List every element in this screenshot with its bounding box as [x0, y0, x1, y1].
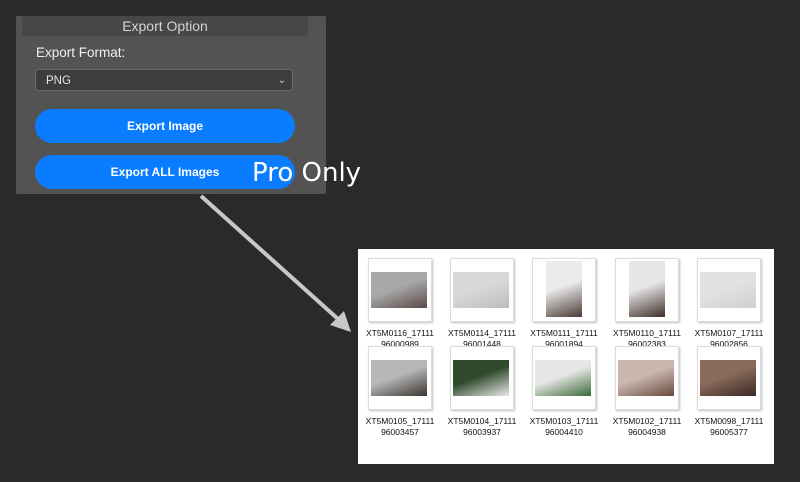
file-name-line1: XT5M0104_17111: [447, 416, 517, 426]
file-name-line1: XT5M0111_17111: [530, 328, 598, 338]
photo-thumbnail: [629, 261, 665, 317]
file-name: XT5M0104_17111 96003937: [442, 416, 522, 438]
file-name: XT5M0103_17111 96004410: [524, 416, 604, 438]
photo-thumbnail: [546, 261, 582, 317]
file-name-line1: XT5M0105_17111: [365, 416, 435, 426]
file-name-line2: 96004938: [628, 427, 666, 437]
file-name: XT5M0098_17111 96005377: [689, 416, 769, 438]
file-thumbnail-frame: [697, 346, 761, 410]
file-thumbnail-frame: [697, 258, 761, 322]
file-name-line1: XT5M0110_17111: [612, 328, 682, 338]
file-name: XT5M0105_17111 96003457: [360, 416, 440, 438]
file-thumbnail-frame: [450, 346, 514, 410]
file-name-line2: 96003937: [463, 427, 501, 437]
photo-thumbnail: [453, 272, 509, 308]
file-name-line1: XT5M0098_17111: [694, 416, 764, 426]
file-name: XT5M0102_17111 96004938: [607, 416, 687, 438]
file-name-line1: XT5M0107_17111: [694, 328, 764, 338]
file-name-line1: XT5M0114_17111: [447, 328, 517, 338]
file-name-line1: XT5M0102_17111: [612, 416, 682, 426]
file-thumbnail-frame: [615, 346, 679, 410]
file-thumbnail-frame: [450, 258, 514, 322]
file-thumbnail-frame: [615, 258, 679, 322]
file-name-line2: 96003457: [381, 427, 419, 437]
file-name-line1: XT5M0116_17111: [365, 328, 435, 338]
file-thumbnail-frame: [532, 258, 596, 322]
file-name-line1: XT5M0103_17111: [529, 416, 599, 426]
photo-thumbnail: [535, 360, 591, 396]
photo-thumbnail: [453, 360, 509, 396]
photo-thumbnail: [700, 272, 756, 308]
file-explorer: XT5M0116_17111 96000989 XT5M0114_17111 9600…: [358, 249, 774, 464]
file-thumbnail-frame: [368, 258, 432, 322]
file-thumbnail-frame: [368, 346, 432, 410]
file-thumbnail-frame: [532, 346, 596, 410]
photo-thumbnail: [700, 360, 756, 396]
file-name-line2: 96004410: [545, 427, 583, 437]
photo-thumbnail: [618, 360, 674, 396]
photo-thumbnail: [371, 360, 427, 396]
photo-thumbnail: [371, 272, 427, 308]
file-name-line2: 96005377: [710, 427, 748, 437]
